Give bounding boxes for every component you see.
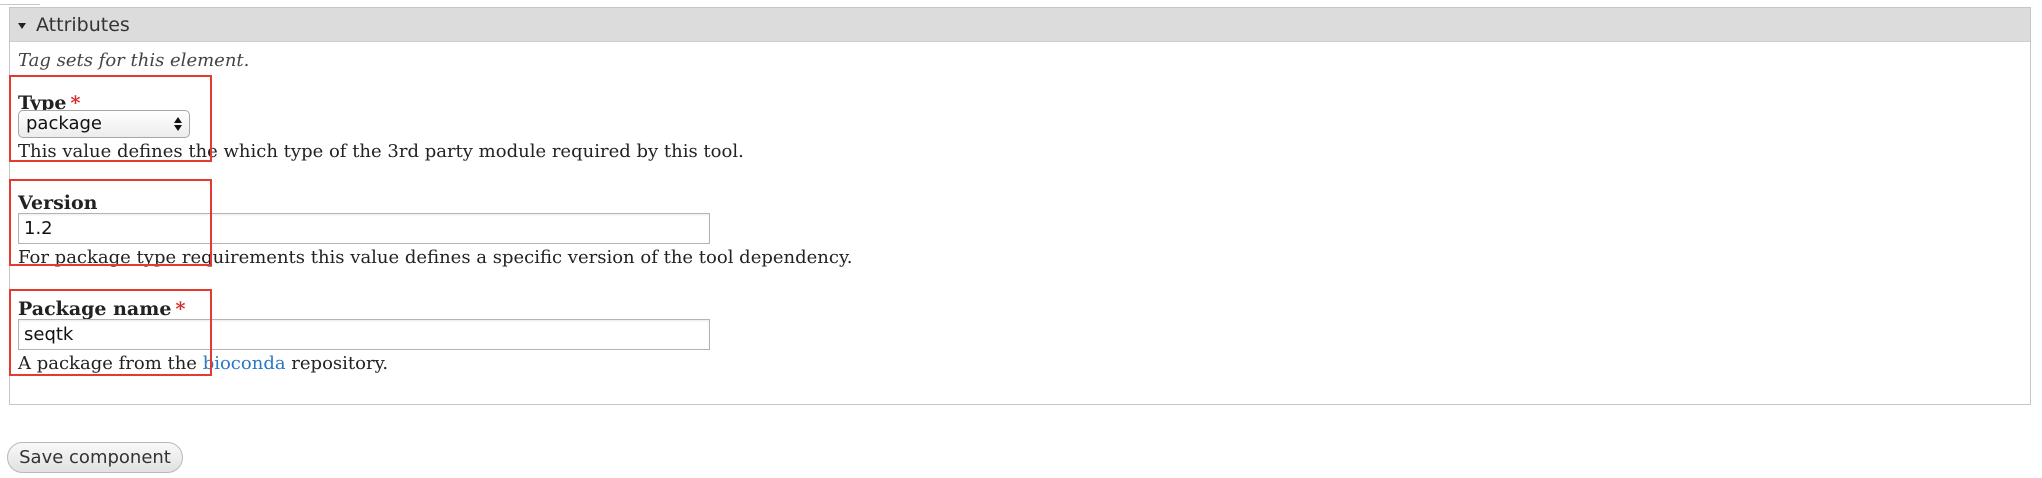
collapse-arrow-icon[interactable] [18,22,26,29]
version-input[interactable]: 1.2 [18,213,710,244]
save-component-button[interactable]: Save component [7,442,183,473]
type-select[interactable]: package [18,110,190,138]
package-name-label: Package name * [18,298,185,320]
package-help-prefix: A package from the [18,353,203,374]
top-edge-divider [0,0,40,5]
package-name-help-text: A package from the bioconda repository. [18,353,388,374]
package-help-suffix: repository. [285,353,389,374]
bioconda-link[interactable]: bioconda [203,353,286,374]
type-help-text: This value defines the which type of the… [18,141,744,162]
attributes-fieldset: Attributes Tag sets for this element. Ty… [9,7,2031,405]
required-marker: * [175,298,186,320]
fieldset-legend-label[interactable]: Attributes [36,14,130,36]
type-select-value: package [26,113,102,134]
package-name-input[interactable]: seqtk [18,319,710,350]
fieldset-legend[interactable]: Attributes [10,8,2030,42]
select-arrows-icon [173,116,183,132]
fieldset-description: Tag sets for this element. [18,50,250,71]
package-name-label-text: Package name [18,298,172,320]
version-help-text: For package type requirements this value… [18,247,853,268]
version-label: Version [18,192,98,214]
